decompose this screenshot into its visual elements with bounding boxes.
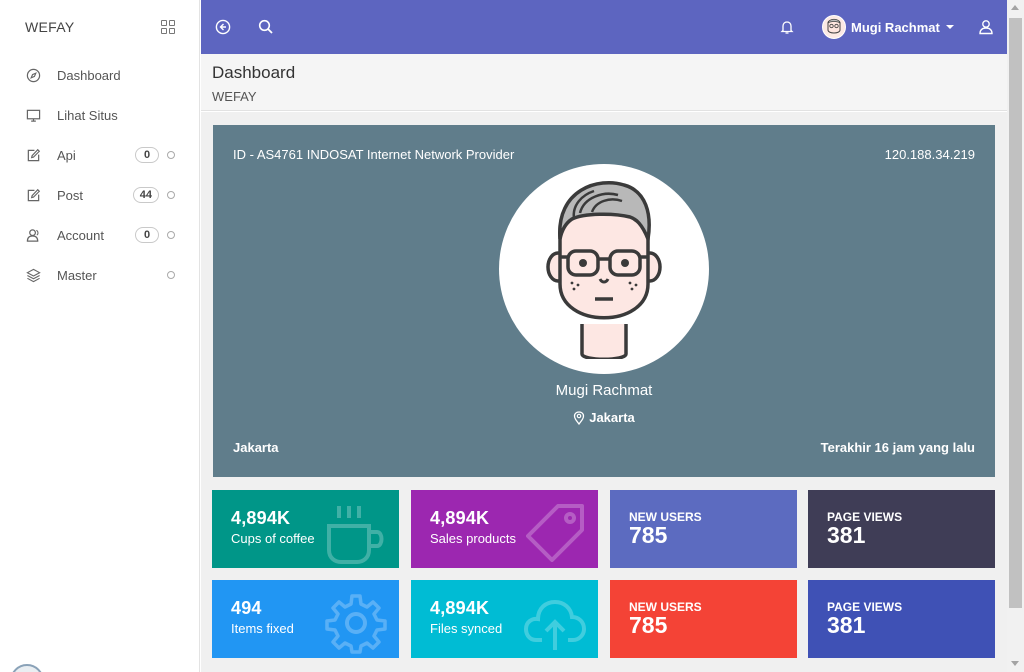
stat-label: Cups of coffee <box>231 531 315 546</box>
user-icon[interactable] <box>976 17 996 37</box>
sidebar-item-master[interactable]: Master <box>0 255 199 295</box>
gear-icon <box>325 594 387 654</box>
back-icon[interactable] <box>213 17 233 37</box>
scroll-up-arrow-icon[interactable] <box>1011 5 1019 10</box>
stat-value: 785 <box>629 522 668 548</box>
stat-tile-new-users-2[interactable]: NEW USERS 785 <box>610 580 797 658</box>
avatar <box>499 164 709 374</box>
stat-value: 4,894K <box>430 508 490 528</box>
stat-value: 4,894K <box>231 508 291 528</box>
sidebar-item-label: Post <box>57 187 84 203</box>
sidebar-item-account[interactable]: Account 0 <box>0 215 199 255</box>
user-menu[interactable]: Mugi Rachmat <box>822 15 954 39</box>
stat-label: Sales products <box>430 531 516 546</box>
sidebar-brand: WEFAY <box>0 0 199 54</box>
stat-label: Items fixed <box>231 621 294 636</box>
sidebar-item-label: Api <box>57 147 76 163</box>
users-icon <box>25 227 41 243</box>
stat-value: 381 <box>827 522 866 548</box>
search-icon[interactable] <box>256 17 276 37</box>
location-label: Jakarta <box>589 410 635 425</box>
stat-label: Files synced <box>430 621 503 636</box>
topbar: Mugi Rachmat <box>201 0 1007 54</box>
bell-icon[interactable] <box>777 17 797 37</box>
user-name: Mugi Rachmat <box>851 19 940 35</box>
edit-icon <box>25 187 41 203</box>
expand-dot-icon <box>167 271 175 279</box>
page-subtitle: WEFAY <box>212 89 257 104</box>
vertical-scrollbar[interactable] <box>1007 0 1024 672</box>
count-badge: 0 <box>135 147 159 163</box>
stat-tile-page-views-2[interactable]: PAGE VIEWS 381 <box>808 580 995 658</box>
cloud-upload-icon <box>524 599 586 650</box>
scroll-down-arrow-icon[interactable] <box>1011 661 1019 666</box>
avatar <box>822 15 846 39</box>
monitor-icon <box>25 107 41 123</box>
count-badge: 0 <box>135 227 159 243</box>
sidebar-item-dashboard[interactable]: Dashboard <box>0 55 199 95</box>
city-label: Jakarta <box>233 440 279 455</box>
stat-value: 494 <box>231 598 262 618</box>
price-tag-icon <box>526 504 584 562</box>
sidebar-item-label: Lihat Situs <box>57 107 118 123</box>
stat-tile-page-views[interactable]: PAGE VIEWS 381 <box>808 490 995 568</box>
last-seen: Terakhir 16 jam yang lalu <box>820 440 975 455</box>
isp-info: ID - AS4761 INDOSAT Internet Network Pro… <box>233 147 515 162</box>
stat-value: 381 <box>827 612 866 638</box>
brand-name: WEFAY <box>25 19 75 35</box>
sidebar-nav: Dashboard Lihat Situs Api 0 Post 44 Acco… <box>0 54 199 295</box>
coffee-cup-icon <box>327 506 384 564</box>
ip-address: 120.188.34.219 <box>884 147 975 162</box>
profile-name: Mugi Rachmat <box>555 382 653 399</box>
stat-value: 4,894K <box>430 598 490 618</box>
avatar[interactable] <box>10 664 44 672</box>
page-header: Dashboard WEFAY <box>201 54 1007 111</box>
profile-location: Jakarta <box>213 410 995 425</box>
compass-icon <box>25 67 41 83</box>
expand-dot-icon <box>167 191 175 199</box>
sidebar-item-label: Master <box>57 267 97 283</box>
map-pin-icon <box>574 410 585 425</box>
apps-grid-icon[interactable] <box>161 20 175 34</box>
layers-icon <box>25 267 41 283</box>
stat-value: 785 <box>629 612 668 638</box>
edit-icon <box>25 147 41 163</box>
stat-tile-coffee[interactable]: 4,894K Cups of coffee <box>212 490 399 568</box>
stat-tile-sales[interactable]: 4,894K Sales products <box>411 490 598 568</box>
expand-dot-icon <box>167 231 175 239</box>
stat-tile-files-synced[interactable]: 4,894K Files synced <box>411 580 598 658</box>
sidebar-item-lihat-situs[interactable]: Lihat Situs <box>0 95 199 135</box>
chevron-down-icon <box>945 25 954 29</box>
sidebar: WEFAY Dashboard Lihat Situs Api 0 Post 4… <box>0 0 200 672</box>
page-title: Dashboard <box>212 63 296 82</box>
count-badge: 44 <box>132 187 159 203</box>
sidebar-item-label: Account <box>57 227 104 243</box>
sidebar-item-label: Dashboard <box>57 67 121 83</box>
avatar-illustration-icon <box>546 181 662 359</box>
stat-tile-items-fixed[interactable]: 494 Items fixed <box>212 580 399 658</box>
scrollbar-thumb[interactable] <box>1009 18 1022 608</box>
sidebar-item-post[interactable]: Post 44 <box>0 175 199 215</box>
stat-tile-new-users[interactable]: NEW USERS 785 <box>610 490 797 568</box>
profile-card: ID - AS4761 INDOSAT Internet Network Pro… <box>213 125 995 477</box>
sidebar-item-api[interactable]: Api 0 <box>0 135 199 175</box>
expand-dot-icon <box>167 151 175 159</box>
